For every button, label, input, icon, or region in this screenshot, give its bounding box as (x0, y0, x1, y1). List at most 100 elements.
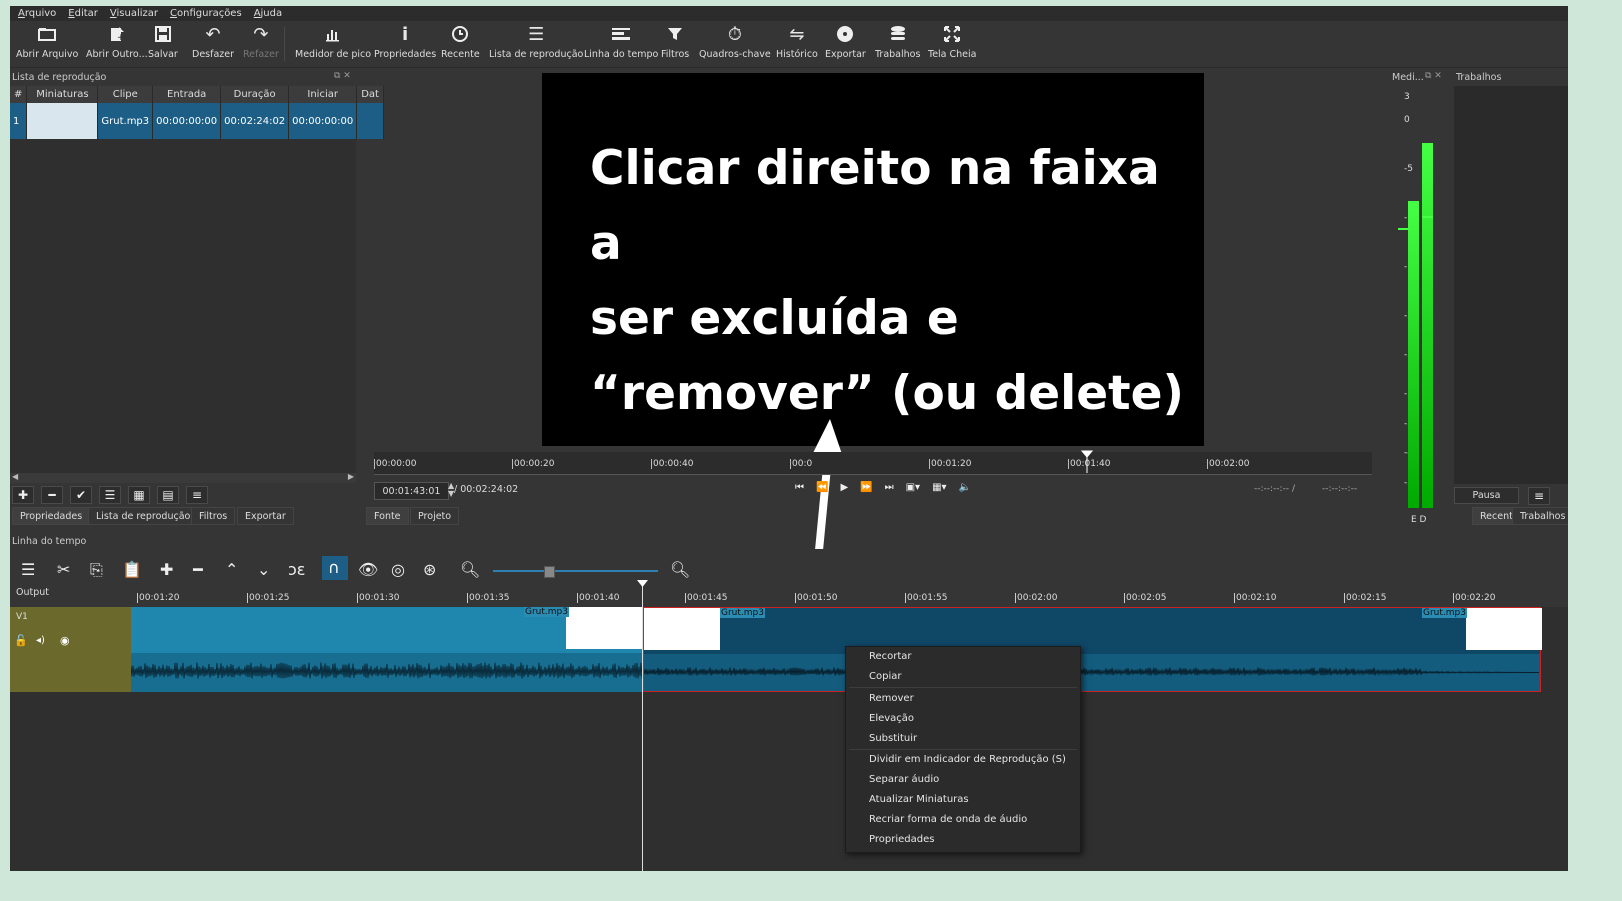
playhead-marker[interactable] (1081, 450, 1093, 474)
recent-button[interactable]: Recente (441, 21, 480, 67)
lock-icon[interactable]: 🔓 (14, 634, 28, 647)
export-button[interactable]: Exportar (825, 21, 866, 67)
ripple-icon[interactable]: ◎ (391, 560, 405, 579)
zoom-slider[interactable] (493, 566, 658, 578)
volume-icon[interactable]: 🔈 (959, 482, 971, 493)
copy-icon[interactable]: ⎘ (90, 560, 103, 580)
properties-button[interactable]: i Propriedades (374, 21, 436, 67)
playlist-remove-button[interactable]: ━ (41, 486, 63, 504)
menu-editar[interactable]: Editar (68, 8, 98, 19)
scrub-icon[interactable]: 👁 (358, 560, 378, 579)
menu-item-remove[interactable]: Remover (869, 693, 914, 704)
open-file-button[interactable]: Abrir Arquivo (16, 21, 78, 67)
cut-icon[interactable]: ✂ (57, 560, 70, 579)
playlist-table: # Miniaturas Clipe Entrada Duração Inici… (10, 86, 384, 139)
skip-next-icon[interactable]: ⏭ (885, 482, 894, 493)
timeline-ruler[interactable]: 00:01:20 00:01:25 00:01:30 00:01:35 00:0… (131, 581, 1568, 607)
grid-toggle-icon[interactable]: ▦▾ (932, 482, 946, 493)
fast-forward-icon[interactable]: ⏩ (860, 482, 872, 493)
open-other-icon: + (108, 21, 126, 47)
playlist-details-view-button[interactable]: ☰ (99, 486, 121, 504)
tab-jobs[interactable]: Trabalhos (1512, 507, 1568, 525)
playlist-icons-view-button[interactable]: ▤ (157, 486, 179, 504)
playlist-tiles-view-button[interactable]: ▦ (128, 486, 150, 504)
menu-visualizar[interactable]: Visualizar (110, 8, 158, 19)
keyframes-button[interactable]: ⏱ Quadros-chave (699, 21, 771, 67)
menu-item-properties[interactable]: Propriedades (869, 834, 934, 845)
menu-item-split-at-playhead[interactable]: Dividir em Indicador de Reprodução (S) (869, 754, 1066, 765)
col-date[interactable]: Dat (356, 86, 384, 103)
video-preview[interactable]: Clicar direito na faixa a ser excluída e… (542, 73, 1204, 446)
col-clip[interactable]: Clipe (97, 86, 154, 103)
paste-icon[interactable]: 📋 (122, 560, 142, 579)
menu-bar: Arquivo Editar Visualizar Configurações … (10, 6, 1568, 21)
jobs-menu-button[interactable]: ≡ (1528, 487, 1550, 505)
overwrite-icon[interactable]: ⌄ (257, 560, 270, 579)
zoom-icon[interactable]: ▣▾ (906, 482, 920, 493)
ripple-all-icon[interactable]: ⊛ (423, 560, 436, 579)
col-thumbnails[interactable]: Miniaturas (26, 86, 99, 103)
timeline-button[interactable]: Linha do tempo (584, 21, 658, 67)
playlist-horizontal-scrollbar[interactable]: ◀ ▶ (10, 472, 356, 483)
eye-icon[interactable]: ◉ (60, 634, 70, 647)
menu-item-cut[interactable]: Recortar (869, 651, 912, 662)
menu-configuracoes[interactable]: Configurações (170, 8, 242, 19)
append-icon[interactable]: ✚ (160, 560, 173, 579)
skip-previous-icon[interactable]: ⏮ (795, 482, 804, 493)
rewind-icon[interactable]: ⏪ (816, 482, 828, 493)
col-in[interactable]: Entrada (152, 86, 222, 103)
tab-properties[interactable]: Propriedades (12, 507, 91, 525)
tab-source[interactable]: Fonte (366, 507, 409, 525)
peak-meter-button[interactable]: Medidor de pico (295, 21, 371, 67)
track-header-v1[interactable]: V1 🔓 ◂) ◉ (10, 607, 131, 692)
fullscreen-button[interactable]: Tela Cheia (928, 21, 976, 67)
timeline-clip-1[interactable]: Grut.mp3 (130, 607, 643, 692)
panel-float-close-icon[interactable]: ⧉ ✕ (334, 71, 351, 81)
menu-item-lift[interactable]: Elevação (869, 713, 914, 724)
playlist-update-button[interactable]: ✔ (70, 486, 92, 504)
playlist-add-button[interactable]: ✚ (12, 486, 34, 504)
playlist-button[interactable]: ☰ Lista de reprodução (489, 21, 583, 67)
filters-button[interactable]: Filtros (661, 21, 689, 67)
folder-icon (37, 21, 57, 47)
filter-icon (667, 21, 683, 47)
tab-playlist[interactable]: Lista de reprodução (88, 507, 199, 525)
open-other-button[interactable]: + Abrir Outro... (86, 21, 148, 67)
menu-ajuda[interactable]: Ajuda (254, 8, 282, 19)
mute-icon[interactable]: ◂) (36, 635, 45, 646)
preview-scrubber[interactable]: 00:00:00 00:00:20 00:00:40 00:0 00:01:20… (374, 450, 1372, 475)
redo-button[interactable]: ↷ Refazer (243, 21, 279, 67)
split-icon[interactable]: ɔɛ (288, 560, 305, 579)
history-button[interactable]: ⇋ Histórico (776, 21, 818, 67)
table-row[interactable]: 1 Grut.mp3 00:00:00:00 00:02:24:02 00:00… (10, 103, 384, 139)
ripple-delete-icon[interactable]: ━ (193, 560, 203, 579)
menu-item-rebuild-waveform[interactable]: Recriar forma de onda de áudio (869, 814, 1027, 825)
col-duration[interactable]: Duração (220, 86, 290, 103)
timeline-menu-icon[interactable]: ☰ (21, 560, 35, 579)
jobs-button[interactable]: Trabalhos (875, 21, 920, 67)
zoom-in-icon[interactable]: 🔍︎ (670, 560, 690, 579)
playlist-menu-button[interactable]: ≡ (186, 486, 208, 504)
save-button[interactable]: Salvar (148, 21, 178, 67)
menu-item-detach-audio[interactable]: Separar áudio (869, 774, 939, 785)
menu-item-replace[interactable]: Substituir (869, 733, 917, 744)
menu-item-copy[interactable]: Copiar (869, 671, 901, 682)
snap-button[interactable]: ∩ (322, 556, 348, 580)
menu-item-update-thumbnails[interactable]: Atualizar Miniaturas (869, 794, 969, 805)
undo-button[interactable]: ↶ Desfazer (192, 21, 234, 67)
play-icon[interactable]: ▶ (840, 482, 848, 493)
tab-project[interactable]: Projeto (410, 507, 460, 525)
menu-arquivo[interactable]: Arquivo (18, 8, 56, 19)
lift-icon[interactable]: ⌃ (225, 560, 238, 579)
tab-filters[interactable]: Filtros (191, 507, 236, 525)
audio-waveform (130, 653, 643, 692)
timeline-clip-2-selected[interactable]: Grut.mp3 Grut.mp3 (643, 607, 1542, 692)
meter-float-close-icon[interactable]: ⧉ ✕ (1425, 71, 1442, 81)
current-time-field[interactable]: 00:01:43:01 (374, 482, 449, 500)
zoom-out-icon[interactable]: 🔍︎ (460, 560, 480, 579)
tab-export[interactable]: Exportar (237, 507, 294, 525)
pause-button[interactable]: Pausa (1454, 487, 1519, 504)
timeline-playhead[interactable] (642, 581, 643, 871)
col-number[interactable]: # (10, 86, 28, 103)
col-start[interactable]: Iniciar (288, 86, 358, 103)
